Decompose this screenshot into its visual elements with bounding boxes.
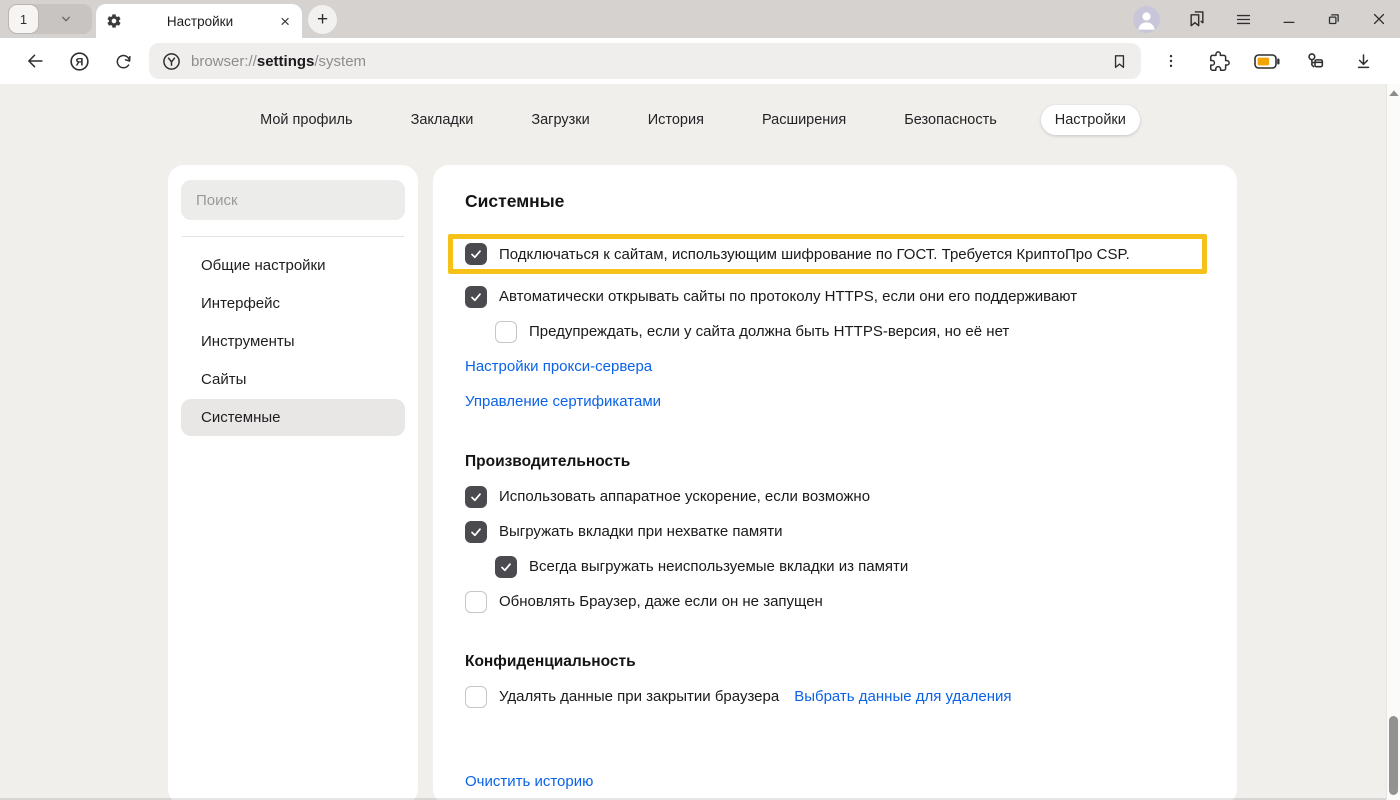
divider — [182, 236, 404, 237]
clear-history-link[interactable]: Очистить историю — [465, 773, 593, 790]
proxy-settings-link[interactable]: Настройки прокси-сервера — [465, 358, 652, 375]
checkbox-background-update[interactable] — [465, 591, 487, 613]
page-scrollbar[interactable] — [1386, 84, 1400, 800]
setting-row-always-unload: Всегда выгружать неиспользуемые вкладки … — [495, 549, 1205, 584]
nav-tab-security[interactable]: Безопасность — [890, 105, 1011, 135]
nav-tab-settings[interactable]: Настройки — [1041, 105, 1140, 135]
address-bar[interactable]: browser://settings/system — [149, 43, 1141, 79]
checkbox-hw-accel[interactable] — [465, 486, 487, 508]
svg-text:Я: Я — [75, 56, 83, 68]
setting-row-https-auto: Автоматически открывать сайты по протоко… — [465, 279, 1205, 314]
section-title-performance: Производительность — [465, 453, 1205, 471]
bookmark-icon[interactable] — [1110, 52, 1129, 71]
setting-row-https-warn: Предупреждать, если у сайта должна быть … — [495, 314, 1205, 349]
new-tab-button[interactable]: + — [308, 5, 337, 34]
downloads-icon[interactable] — [1339, 43, 1387, 79]
chevron-down-icon[interactable] — [39, 11, 92, 27]
settings-page: Мой профиль Закладки Загрузки История Ра… — [0, 84, 1386, 800]
checkbox-always-unload[interactable] — [495, 556, 517, 578]
setting-row-hw-accel: Использовать аппаратное ускорение, если … — [465, 479, 1205, 514]
nav-tab-downloads[interactable]: Загрузки — [517, 105, 603, 135]
choose-data-link[interactable]: Выбрать данные для удаления — [794, 688, 1011, 705]
panels-icon[interactable] — [1187, 9, 1207, 29]
settings-content: Системные Подключаться к сайтам, использ… — [433, 165, 1237, 800]
tab-group-control[interactable]: 1 — [8, 4, 92, 34]
url-text: browser://settings/system — [191, 53, 366, 70]
nav-tab-extensions[interactable]: Расширения — [748, 105, 860, 135]
menu-icon[interactable] — [1234, 10, 1253, 29]
extensions-icon[interactable] — [1195, 43, 1243, 79]
checkbox-label: Выгружать вкладки при нехватке памяти — [499, 523, 783, 540]
tab-title: Настройки — [122, 14, 278, 29]
profile-avatar[interactable] — [1133, 6, 1160, 33]
site-badge-icon — [161, 51, 182, 72]
setting-row-gost-highlighted: Подключаться к сайтам, использующим шифр… — [448, 234, 1207, 274]
setting-row-delete-on-close: Удалять данные при закрытии браузера Выб… — [465, 679, 1205, 714]
kebab-menu-icon[interactable] — [1147, 43, 1195, 79]
scrollbar-thumb[interactable] — [1389, 716, 1398, 795]
checkbox-delete-on-close[interactable] — [465, 686, 487, 708]
checkbox-https-warn[interactable] — [495, 321, 517, 343]
checkbox-label: Всегда выгружать неиспользуемые вкладки … — [529, 558, 908, 575]
checkbox-label: Подключаться к сайтам, использующим шифр… — [499, 246, 1130, 263]
checkbox-label: Использовать аппаратное ускорение, если … — [499, 488, 870, 505]
tab-bar: 1 Настройки × + — [0, 0, 1400, 38]
nav-tab-profile[interactable]: Мой профиль — [246, 105, 366, 135]
sidebar-item-sites[interactable]: Сайты — [181, 361, 405, 398]
checkbox-label: Предупреждать, если у сайта должна быть … — [529, 323, 1009, 340]
checkbox-label: Удалять данные при закрытии браузера — [499, 688, 779, 705]
checkbox-https-auto[interactable] — [465, 286, 487, 308]
reload-icon[interactable] — [101, 43, 145, 79]
page-title: Системные — [465, 191, 1205, 212]
checkbox-unload-tabs[interactable] — [465, 521, 487, 543]
checkbox-label: Обновлять Браузер, даже если он не запущ… — [499, 593, 823, 610]
browser-tab-settings[interactable]: Настройки × — [96, 4, 302, 38]
checkbox-gost[interactable] — [465, 243, 487, 265]
tab-close-icon[interactable]: × — [278, 13, 292, 30]
section-title-privacy: Конфиденциальность — [465, 653, 1205, 671]
battery-icon[interactable] — [1243, 43, 1291, 79]
restore-window-icon[interactable] — [1325, 10, 1343, 28]
tab-counter-button[interactable]: 1 — [8, 4, 39, 34]
nav-tab-bookmarks[interactable]: Закладки — [397, 105, 488, 135]
certificates-link[interactable]: Управление сертификатами — [465, 393, 661, 410]
settings-nav: Мой профиль Закладки Загрузки История Ра… — [0, 84, 1386, 136]
sidebar-item-tools[interactable]: Инструменты — [181, 323, 405, 360]
yandex-logo-icon[interactable]: Я — [57, 43, 101, 79]
minimize-icon[interactable] — [1280, 10, 1298, 28]
setting-row-background-update: Обновлять Браузер, даже если он не запущ… — [465, 584, 1205, 619]
settings-sidebar: Общие настройки Интерфейс Инструменты Са… — [168, 165, 418, 800]
checkbox-label: Автоматически открывать сайты по протоко… — [499, 288, 1077, 305]
back-icon[interactable] — [13, 43, 57, 79]
scroll-up-icon[interactable] — [1388, 89, 1400, 97]
search-input[interactable] — [181, 180, 405, 220]
passwords-icon[interactable] — [1291, 43, 1339, 79]
setting-row-unload-tabs: Выгружать вкладки при нехватке памяти — [465, 514, 1205, 549]
sidebar-item-system[interactable]: Системные — [181, 399, 405, 436]
sidebar-item-interface[interactable]: Интерфейс — [181, 285, 405, 322]
sidebar-item-general[interactable]: Общие настройки — [181, 247, 405, 284]
close-window-icon[interactable] — [1370, 10, 1388, 28]
gear-favicon-icon — [106, 13, 122, 29]
nav-tab-history[interactable]: История — [634, 105, 718, 135]
browser-toolbar: Я browser://settings/system — [0, 38, 1400, 84]
